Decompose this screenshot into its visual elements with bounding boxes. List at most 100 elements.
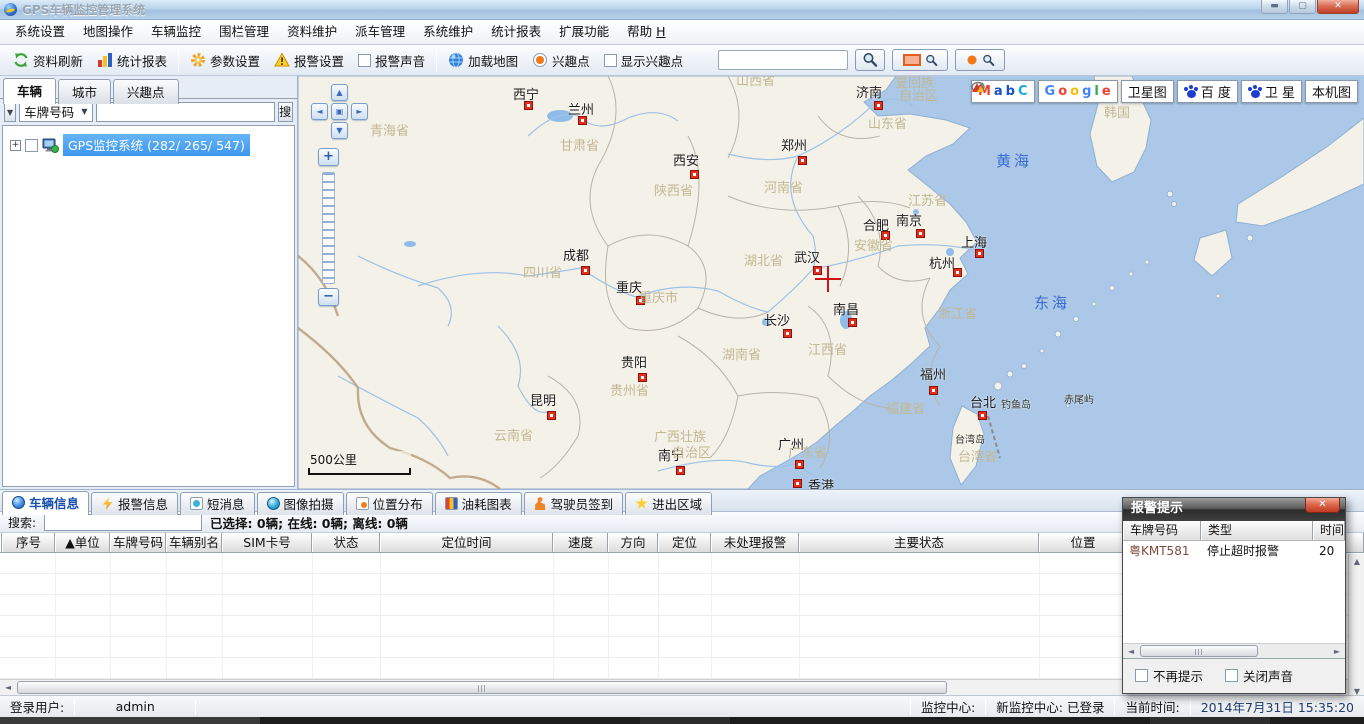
- pan-center-button[interactable]: ▣: [331, 103, 348, 120]
- city-marker-南昌[interactable]: [848, 318, 857, 327]
- alarm-row[interactable]: 粤KMT581停止超时报警20: [1123, 541, 1345, 561]
- poi-search-button[interactable]: [955, 49, 1005, 71]
- city-marker-济南[interactable]: [874, 101, 883, 110]
- alarm-setting-button[interactable]: 报警设置: [267, 47, 351, 73]
- left-tab-兴趣点[interactable]: 兴趣点: [113, 79, 179, 104]
- tree-root-label[interactable]: GPS监控系统 (282/ 265/ 547): [63, 134, 250, 156]
- city-marker-广州[interactable]: [795, 460, 804, 469]
- menu-item-10[interactable]: 帮助 H: [618, 20, 674, 44]
- pan-down-button[interactable]: ▼: [331, 122, 348, 139]
- column-header-8[interactable]: 速度: [553, 533, 608, 552]
- menu-item-3[interactable]: 车辆监控: [142, 20, 210, 44]
- city-marker-武汉[interactable]: [813, 266, 822, 275]
- show-poi-toggle[interactable]: 显示兴趣点: [597, 47, 691, 73]
- menu-item-2[interactable]: 地图操作: [74, 20, 142, 44]
- column-header-1[interactable]: 序号: [2, 533, 55, 552]
- column-header-5[interactable]: SIM卡号: [222, 533, 312, 552]
- mute-toggle[interactable]: 关闭声音: [1225, 666, 1293, 685]
- minimize-button[interactable]: ▬: [1261, 0, 1288, 14]
- city-marker-西安[interactable]: [690, 170, 699, 179]
- bottom-tab-驾驶员签到[interactable]: 驾驶员签到: [524, 492, 624, 515]
- alarm-popup-scrollbar[interactable]: ◄ ►: [1123, 643, 1345, 658]
- show-poi-checkbox[interactable]: [604, 54, 617, 67]
- city-marker-成都[interactable]: [581, 266, 590, 275]
- map-canvas[interactable]: ▲ ◄ ▣ ► ▼ + − 500公里 MabCGoogle卫星图百 度卫 星本…: [298, 76, 1364, 489]
- city-marker-香港[interactable]: [793, 479, 802, 488]
- scrollbar-thumb[interactable]: [1140, 645, 1258, 657]
- alarm-popup-close-button[interactable]: ✕: [1305, 498, 1340, 513]
- column-header-7[interactable]: 定位时间: [380, 533, 553, 552]
- column-header-11[interactable]: 未处理报警: [711, 533, 799, 552]
- menu-item-7[interactable]: 系统维护: [414, 20, 482, 44]
- scroll-up-icon[interactable]: ▲: [1349, 554, 1364, 569]
- scroll-right-icon[interactable]: ►: [1329, 644, 1345, 659]
- bottom-tab-车辆信息[interactable]: 车辆信息: [2, 491, 89, 515]
- menu-item-5[interactable]: 资料维护: [278, 20, 346, 44]
- alarm-column-header-2[interactable]: 类型: [1201, 521, 1313, 540]
- menu-item-1[interactable]: 系统设置: [6, 20, 74, 44]
- scrollbar-thumb[interactable]: [17, 681, 947, 694]
- city-marker-昆明[interactable]: [547, 411, 556, 420]
- zoom-in-button[interactable]: +: [318, 148, 339, 166]
- menu-item-8[interactable]: 统计报表: [482, 20, 550, 44]
- left-tab-城市[interactable]: 城市: [58, 79, 111, 104]
- vertical-scrollbar[interactable]: ▲ ▼: [1348, 554, 1364, 699]
- poi-button[interactable]: 兴趣点: [525, 47, 597, 73]
- menu-item-6[interactable]: 派车管理: [346, 20, 414, 44]
- city-marker-上海[interactable]: [975, 249, 984, 258]
- city-marker-福州[interactable]: [929, 386, 938, 395]
- vehicle-search-input[interactable]: [96, 102, 275, 122]
- city-marker-南京[interactable]: [916, 229, 925, 238]
- bottom-tab-报警信息[interactable]: 报警信息: [91, 492, 178, 515]
- zoom-slider[interactable]: [322, 172, 335, 284]
- bottom-tab-油耗图表[interactable]: 油耗图表: [435, 492, 522, 515]
- left-tab-车辆[interactable]: 车辆: [3, 78, 56, 104]
- zoom-out-button[interactable]: −: [318, 288, 339, 306]
- bottom-tab-短消息[interactable]: 短消息: [180, 492, 255, 515]
- refresh-button[interactable]: 资料刷新: [6, 47, 90, 73]
- bottom-tab-位置分布[interactable]: 位置分布: [346, 492, 433, 515]
- load-map-button[interactable]: 加载地图: [441, 47, 525, 73]
- map-provider-local-map[interactable]: 本机图: [1305, 80, 1358, 103]
- menu-item-9[interactable]: 扩展功能: [550, 20, 618, 44]
- city-marker-郑州[interactable]: [798, 156, 807, 165]
- city-marker-杭州[interactable]: [953, 268, 962, 277]
- city-marker-南宁[interactable]: [676, 466, 685, 475]
- filter-field-combo[interactable]: 车牌号码 ▼: [19, 102, 92, 122]
- column-header-10[interactable]: 定位: [658, 533, 711, 552]
- map-provider-google[interactable]: Google: [1038, 80, 1118, 103]
- city-marker-台北[interactable]: [978, 411, 987, 420]
- city-marker-长沙[interactable]: [783, 329, 792, 338]
- column-header-9[interactable]: 方向: [608, 533, 658, 552]
- scroll-left-icon[interactable]: ◄: [1123, 644, 1139, 659]
- pan-up-button[interactable]: ▲: [331, 84, 348, 101]
- column-header-3[interactable]: 车牌号码: [110, 533, 166, 552]
- alarm-popup-titlebar[interactable]: 报警提示 ✕: [1123, 498, 1345, 521]
- column-header-12[interactable]: 主要状态: [799, 533, 1039, 552]
- city-marker-西宁[interactable]: [524, 101, 533, 110]
- search-button[interactable]: [855, 49, 885, 71]
- alarm-sound-toggle[interactable]: 报警声音: [351, 47, 432, 73]
- bottom-tab-进出区域[interactable]: 进出区域: [625, 492, 712, 515]
- pan-right-button[interactable]: ►: [351, 103, 368, 120]
- column-header-2[interactable]: ▲单位: [55, 533, 110, 552]
- scroll-left-icon[interactable]: ◄: [0, 680, 16, 695]
- expand-icon[interactable]: +: [10, 140, 21, 151]
- tree-root-row[interactable]: + GPS监控系统 (282/ 265/ 547): [3, 126, 294, 156]
- alarm-sound-checkbox[interactable]: [358, 54, 371, 67]
- map-provider-satellite-map[interactable]: 卫星图: [1121, 80, 1174, 103]
- params-button[interactable]: 参数设置: [183, 47, 267, 73]
- city-marker-兰州[interactable]: [578, 116, 587, 125]
- area-search-button[interactable]: [892, 49, 948, 71]
- column-header-13[interactable]: 位置: [1039, 533, 1127, 552]
- column-header-6[interactable]: 状态: [312, 533, 380, 552]
- report-button[interactable]: 统计报表: [90, 47, 174, 73]
- column-header-4[interactable]: 车辆别名: [166, 533, 222, 552]
- menu-item-4[interactable]: 围栏管理: [210, 20, 278, 44]
- pan-left-button[interactable]: ◄: [311, 103, 328, 120]
- vehicle-search-button[interactable]: 搜: [278, 102, 293, 122]
- close-button[interactable]: ✕: [1317, 0, 1359, 14]
- alarm-column-header-3[interactable]: 时间: [1313, 521, 1345, 540]
- bottom-tab-图像拍摄[interactable]: 图像拍摄: [257, 492, 344, 515]
- map-provider-baidu-map[interactable]: 百 度: [1177, 80, 1238, 103]
